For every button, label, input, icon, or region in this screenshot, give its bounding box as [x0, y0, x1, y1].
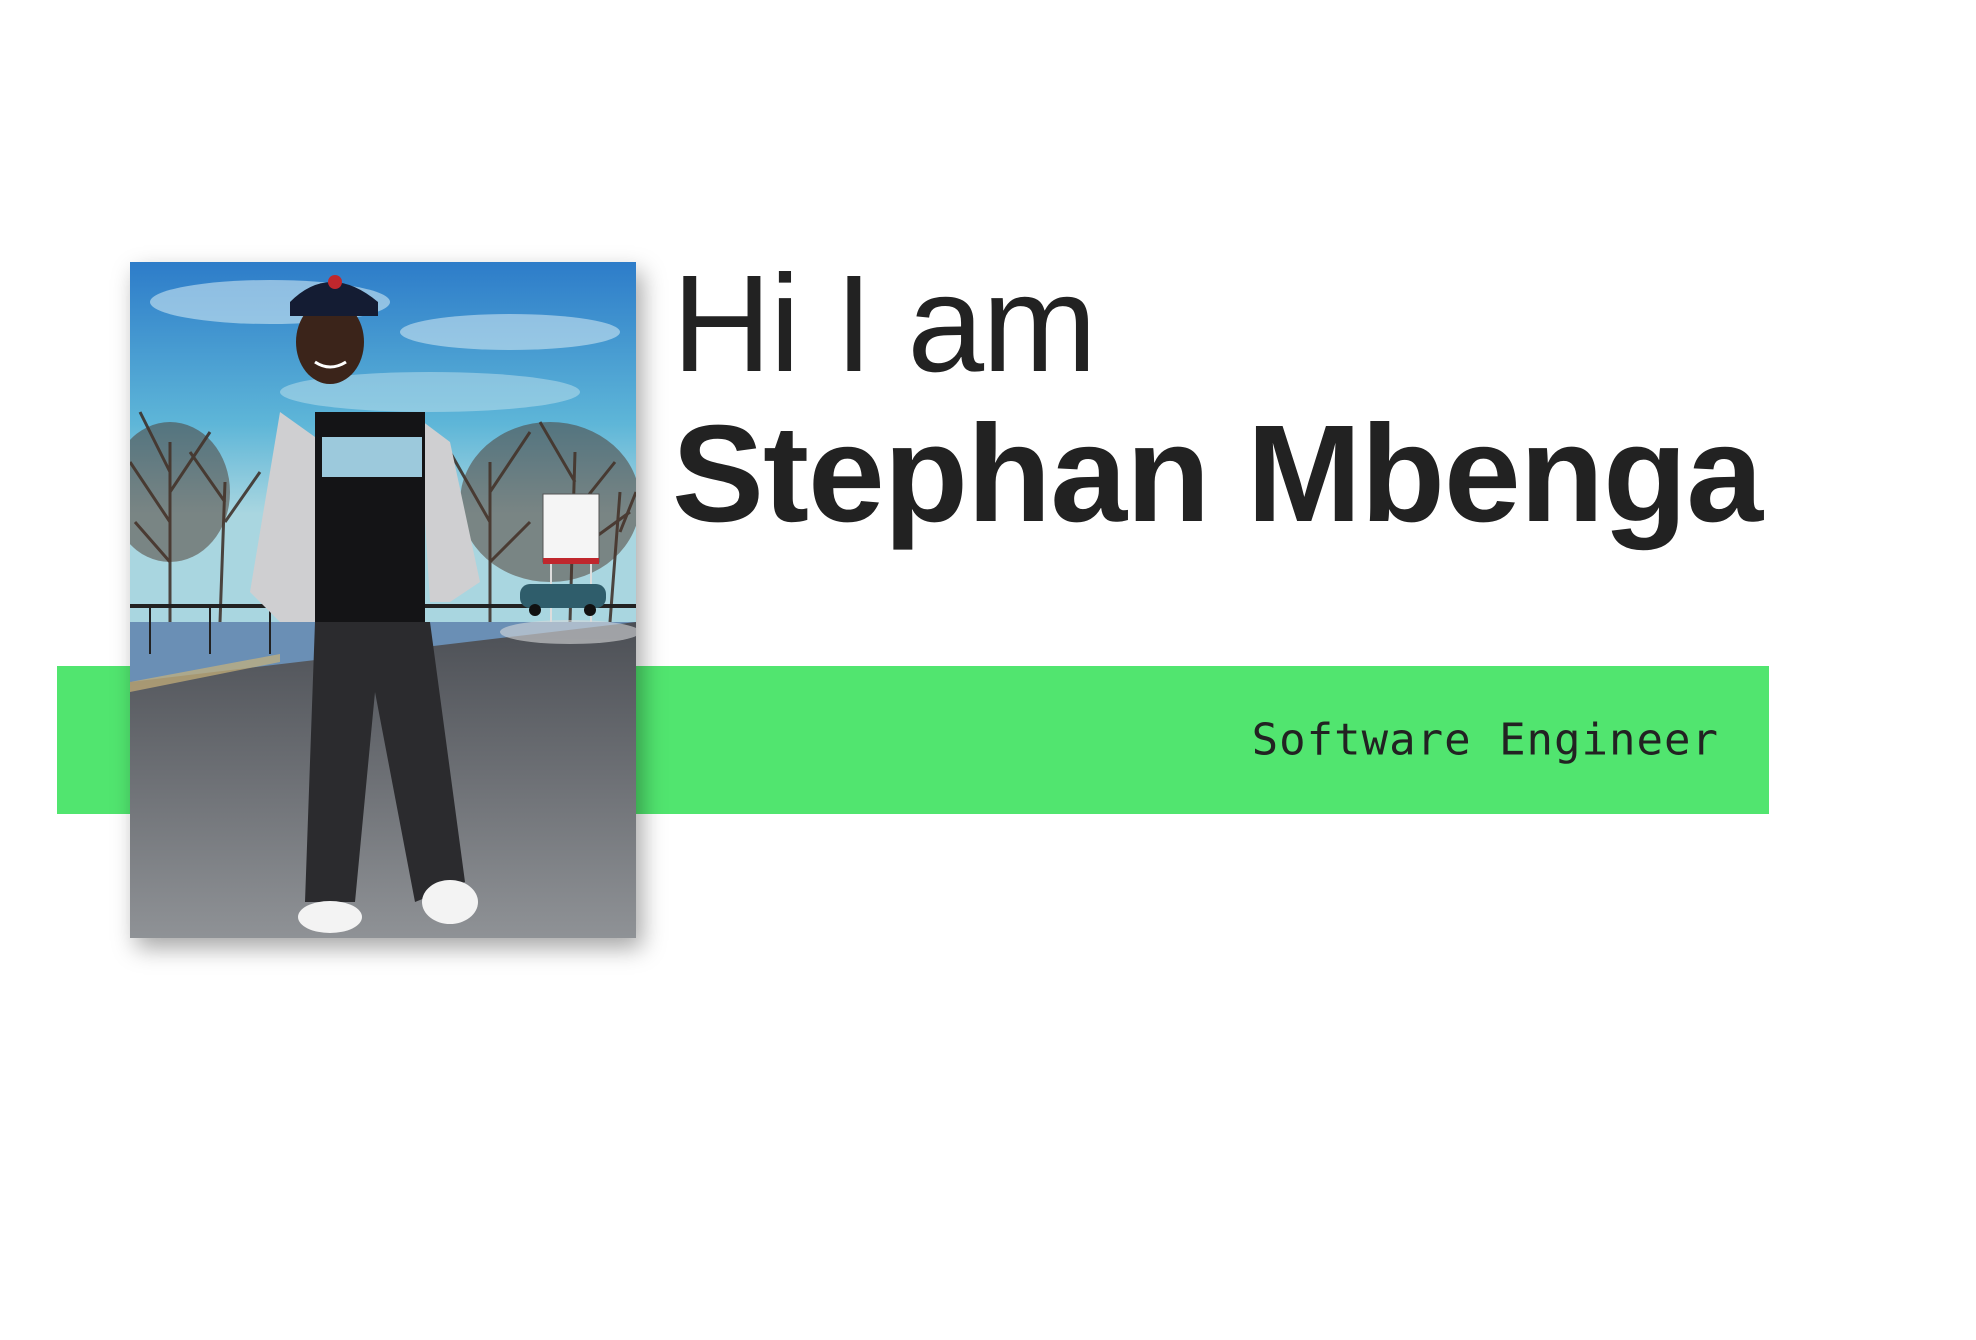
greeting-text: Hi I am — [672, 247, 1097, 401]
hero-section: Software Engineer Hi I am Stephan Mbenga — [0, 0, 1976, 1340]
profile-photo — [130, 262, 636, 938]
profile-photo-illustration — [130, 262, 636, 938]
person-name: Stephan Mbenga — [672, 397, 1763, 551]
role-title: Software Engineer — [1251, 714, 1719, 766]
